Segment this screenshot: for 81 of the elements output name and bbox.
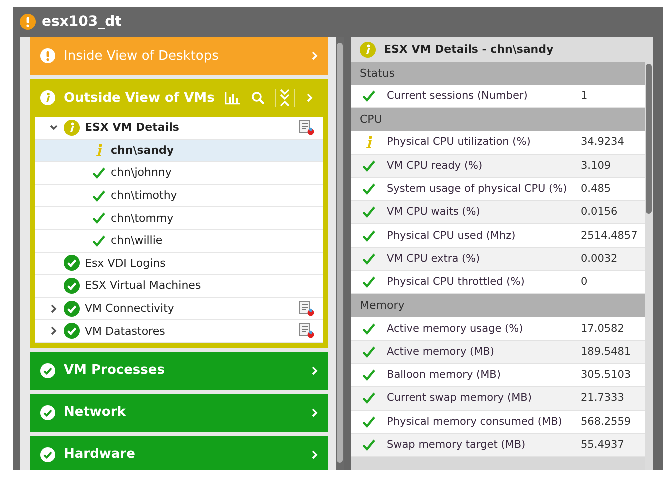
tree-item[interactable]: chn\sandy bbox=[35, 140, 323, 162]
chevron-icon[interactable] bbox=[310, 366, 320, 376]
metric-value: 568.2559 bbox=[581, 416, 632, 428]
tree-item[interactable]: chn\johnny bbox=[35, 162, 323, 185]
metric-label: Current swap memory (MB) bbox=[387, 392, 533, 404]
info-icon bbox=[40, 90, 56, 106]
metric-value: 0.485 bbox=[581, 183, 612, 196]
check-icon bbox=[362, 414, 376, 429]
check-circle-icon bbox=[40, 362, 56, 379]
metric-value: 21.7333 bbox=[581, 392, 624, 404]
check-icon bbox=[362, 89, 376, 104]
search-icon[interactable] bbox=[251, 91, 265, 105]
check-icon bbox=[362, 182, 376, 196]
metric-label: Active memory usage (%) bbox=[387, 322, 524, 335]
metric-label: VM CPU ready (%) bbox=[387, 160, 484, 172]
check-circle-icon bbox=[64, 278, 80, 294]
metric-label: Physical CPU used (Mhz) bbox=[387, 230, 517, 242]
metric-value: 34.9234 bbox=[581, 136, 624, 148]
check-circle-icon bbox=[40, 446, 56, 463]
tree-item[interactable]: Esx VDI Logins bbox=[35, 252, 323, 276]
scrollbar-thumb[interactable] bbox=[646, 64, 652, 214]
section-header: Memory bbox=[351, 294, 645, 318]
metric-value: 3.109 bbox=[581, 160, 612, 172]
info-icon bbox=[360, 42, 376, 58]
check-icon bbox=[362, 322, 376, 336]
metric-label: VM CPU waits (%) bbox=[387, 206, 482, 218]
scrollbar-thumb[interactable] bbox=[337, 43, 343, 463]
check-icon bbox=[92, 234, 106, 248]
metric-value: 0.0156 bbox=[581, 206, 618, 218]
tree-item[interactable]: chn\willie bbox=[35, 230, 323, 253]
metric-label: System usage of physical CPU (%) bbox=[387, 183, 568, 196]
tree-item[interactable]: VM Datastores bbox=[35, 320, 323, 343]
collapse-icon[interactable] bbox=[275, 89, 295, 107]
check-icon bbox=[362, 391, 376, 406]
check-icon bbox=[362, 368, 376, 382]
tree-item[interactable]: chn\timothy bbox=[35, 184, 323, 208]
info-icon bbox=[64, 120, 80, 136]
metric-value: 305.5103 bbox=[581, 369, 632, 382]
exclamation-icon bbox=[40, 48, 56, 64]
chevron-icon[interactable] bbox=[310, 450, 320, 460]
bar-chart-icon[interactable] bbox=[225, 91, 241, 105]
check-icon bbox=[362, 438, 376, 452]
metric-label: Current sessions (Number) bbox=[387, 90, 529, 102]
check-icon bbox=[362, 205, 376, 220]
metric-value: 0 bbox=[581, 276, 588, 288]
check-icon bbox=[362, 158, 376, 173]
tree-item[interactable]: chn\tommy bbox=[35, 207, 323, 230]
check-icon bbox=[92, 166, 106, 180]
details-header: ESX VM Details - chn\sandy bbox=[351, 37, 653, 62]
chevron-icon[interactable] bbox=[310, 408, 320, 418]
chevron-icon[interactable] bbox=[310, 51, 320, 61]
exclamation-icon bbox=[20, 14, 36, 30]
check-circle-icon bbox=[64, 255, 80, 272]
check-circle-icon bbox=[64, 323, 80, 340]
metric-label: Swap memory target (MB) bbox=[387, 439, 527, 451]
metric-value: 189.5481 bbox=[581, 346, 632, 358]
section-header: CPU bbox=[351, 108, 645, 132]
window-title: esx103_dt bbox=[42, 14, 122, 30]
check-icon bbox=[362, 275, 376, 290]
metric-label: VM CPU extra (%) bbox=[387, 252, 482, 265]
check-icon bbox=[362, 228, 376, 243]
chevron-icon[interactable] bbox=[305, 93, 315, 103]
metric-label: Active memory (MB) bbox=[387, 346, 496, 358]
metric-value: 55.4937 bbox=[581, 439, 624, 451]
check-circle-icon bbox=[64, 300, 80, 317]
check-icon bbox=[92, 188, 106, 203]
metric-value: 0.0032 bbox=[581, 252, 618, 265]
tree-item[interactable]: ESX Virtual Machines bbox=[35, 275, 323, 298]
check-icon bbox=[362, 344, 376, 359]
metric-label: Balloon memory (MB) bbox=[387, 369, 502, 382]
metric-value: 2514.4857 bbox=[581, 230, 638, 242]
metric-label: Physical CPU throttled (%) bbox=[387, 276, 526, 288]
metric-label: Physical memory consumed (MB) bbox=[387, 416, 564, 428]
metric-label: Physical CPU utilization (%) bbox=[387, 136, 532, 148]
section-header: Status bbox=[351, 62, 645, 85]
check-icon bbox=[92, 211, 106, 226]
tree-item[interactable]: VM Connectivity bbox=[35, 298, 323, 320]
metric-value: 1 bbox=[581, 90, 588, 102]
metric-value: 17.0582 bbox=[581, 322, 624, 335]
check-circle-icon bbox=[40, 404, 56, 421]
check-icon bbox=[362, 252, 376, 266]
